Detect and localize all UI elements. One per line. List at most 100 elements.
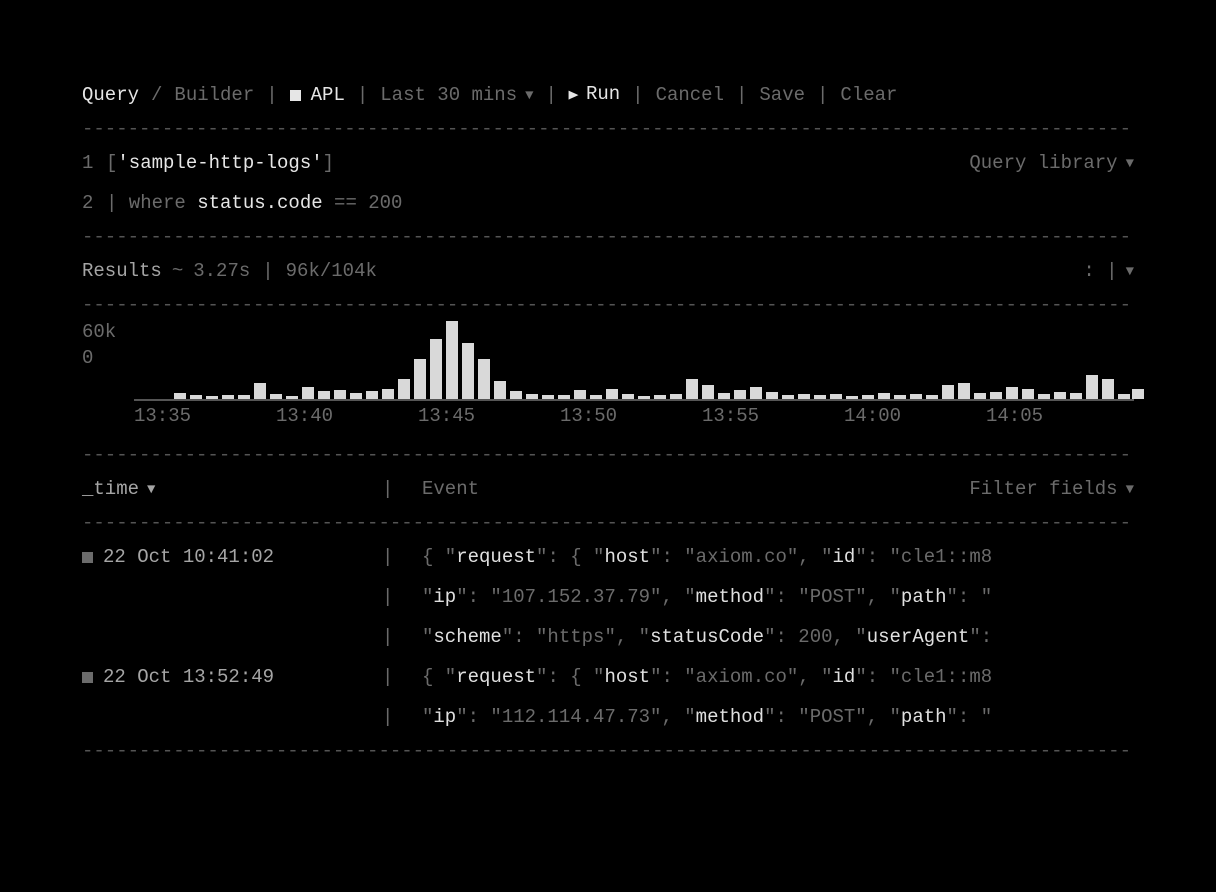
histogram-bar[interactable]	[398, 379, 410, 399]
timerange-dropdown[interactable]: Last 30 mins▼	[380, 75, 533, 115]
histogram-bar[interactable]	[670, 394, 682, 400]
histogram-bar[interactable]	[478, 359, 490, 399]
histogram-bar[interactable]	[446, 321, 458, 399]
histogram-bar[interactable]	[926, 395, 938, 399]
histogram-bar[interactable]	[1022, 389, 1034, 399]
event-json-cell: { "request": { "host": "axiom.co", "id":…	[422, 537, 1134, 577]
histogram-bar[interactable]	[718, 393, 730, 399]
histogram-bar[interactable]	[990, 392, 1002, 399]
json-text: { "	[422, 666, 456, 688]
histogram-bar[interactable]	[1086, 375, 1098, 399]
json-text: { "	[422, 546, 456, 568]
save-button[interactable]: Save	[759, 75, 805, 115]
histogram-bar[interactable]	[830, 394, 842, 400]
histogram-bar[interactable]	[254, 383, 266, 399]
histogram-bar[interactable]	[494, 381, 506, 399]
json-text: "	[422, 626, 433, 648]
histogram-bar[interactable]	[526, 394, 538, 399]
histogram-bar[interactable]	[430, 339, 442, 399]
histogram-bar[interactable]	[1054, 392, 1066, 399]
histogram-bar[interactable]	[814, 395, 826, 399]
apl-toggle[interactable]: APL	[290, 75, 345, 115]
histogram-bar[interactable]	[350, 393, 362, 399]
json-key: host	[604, 546, 650, 568]
histogram-bar[interactable]	[382, 389, 394, 399]
histogram-bar[interactable]	[1038, 394, 1050, 399]
histogram-bar[interactable]	[222, 395, 234, 400]
histogram-bar[interactable]	[766, 392, 778, 399]
column-divider: |	[382, 697, 422, 737]
histogram-bar[interactable]	[1006, 387, 1018, 399]
histogram-bar[interactable]	[558, 395, 570, 399]
histogram-bar[interactable]	[894, 395, 906, 400]
event-json-cell: "scheme": "https", "statusCode": 200, "u…	[422, 617, 1134, 657]
histogram-bar[interactable]	[286, 396, 298, 400]
event-row[interactable]: |"ip": "112.114.47.73", "method": "POST"…	[82, 697, 1134, 737]
histogram-bar[interactable]	[862, 395, 874, 399]
histogram-chart[interactable]: 60k0	[82, 319, 1134, 401]
histogram-bar[interactable]	[510, 391, 522, 399]
histogram-bar[interactable]	[878, 393, 890, 399]
query-panel: Query / Builder | APL | Last 30 mins▼ | …	[82, 75, 1134, 765]
histogram-bar[interactable]	[942, 385, 954, 399]
cancel-button[interactable]: Cancel	[656, 75, 724, 115]
event-row[interactable]: |"ip": "107.152.37.79", "method": "POST"…	[82, 577, 1134, 617]
results-header: Results ~ 3.27s | 96k/104k : |▼	[82, 251, 1134, 291]
query-library-dropdown[interactable]: Query library▼	[969, 143, 1134, 183]
histogram-bar[interactable]	[638, 396, 650, 400]
event-row[interactable]: 22 Oct 10:41:02|{ "request": { "host": "…	[82, 537, 1134, 577]
histogram-bar[interactable]	[190, 395, 202, 399]
histogram-bar[interactable]	[702, 385, 714, 399]
histogram-bar[interactable]	[366, 391, 378, 399]
histogram-bar[interactable]	[206, 396, 218, 399]
results-options[interactable]: : |▼	[1083, 251, 1134, 291]
filter-fields-dropdown[interactable]: Filter fields▼	[969, 469, 1134, 509]
event-row[interactable]: |"scheme": "https", "statusCode": 200, "…	[82, 617, 1134, 657]
row-bullet-icon	[82, 552, 93, 563]
histogram-bar[interactable]	[174, 393, 186, 399]
divider-line: ----------------------------------------…	[82, 291, 1134, 319]
json-key: path	[901, 586, 947, 608]
histogram-bar[interactable]	[654, 395, 666, 399]
histogram-bar[interactable]	[686, 379, 698, 399]
event-time-cell	[82, 697, 382, 737]
event-row[interactable]: 22 Oct 13:52:49|{ "request": { "host": "…	[82, 657, 1134, 697]
histogram-bar[interactable]	[750, 387, 762, 399]
histogram-bar[interactable]	[958, 383, 970, 399]
histogram-bar[interactable]	[846, 396, 858, 400]
histogram-bar[interactable]	[238, 395, 250, 399]
histogram-bar[interactable]	[622, 394, 634, 399]
histogram-bar[interactable]	[542, 395, 554, 399]
divider-line: ----------------------------------------…	[82, 737, 1134, 765]
histogram-bar[interactable]	[798, 394, 810, 399]
histogram-bar[interactable]	[334, 390, 346, 399]
histogram-bar[interactable]	[734, 390, 746, 399]
time-column-header[interactable]: _time▼	[82, 469, 155, 509]
chart-area[interactable]	[134, 319, 1134, 401]
json-text: ": 200, "	[764, 626, 867, 648]
clear-button[interactable]: Clear	[840, 75, 897, 115]
histogram-bar[interactable]	[270, 394, 282, 399]
run-button[interactable]: ▶Run	[569, 74, 620, 116]
histogram-bar[interactable]	[318, 391, 330, 399]
histogram-bar[interactable]	[910, 394, 922, 399]
histogram-bar[interactable]	[1118, 394, 1130, 399]
histogram-bar[interactable]	[974, 393, 986, 399]
chart-y-axis: 60k0	[82, 319, 134, 401]
query-tab[interactable]: Query	[82, 75, 139, 115]
y-tick-label: 60k	[82, 319, 134, 345]
code-line[interactable]: 2| where status.code == 200	[82, 183, 1134, 223]
histogram-bar[interactable]	[414, 359, 426, 399]
histogram-bar[interactable]	[590, 395, 602, 400]
builder-tab[interactable]: Builder	[174, 75, 254, 115]
histogram-bar[interactable]	[1132, 389, 1144, 399]
divider-line: ----------------------------------------…	[82, 509, 1134, 537]
histogram-bar[interactable]	[1070, 393, 1082, 399]
histogram-bar[interactable]	[462, 343, 474, 399]
histogram-bar[interactable]	[782, 395, 794, 399]
event-timestamp: 22 Oct 10:41:02	[103, 537, 274, 577]
histogram-bar[interactable]	[302, 387, 314, 399]
histogram-bar[interactable]	[574, 390, 586, 399]
histogram-bar[interactable]	[606, 389, 618, 399]
histogram-bar[interactable]	[1102, 379, 1114, 399]
